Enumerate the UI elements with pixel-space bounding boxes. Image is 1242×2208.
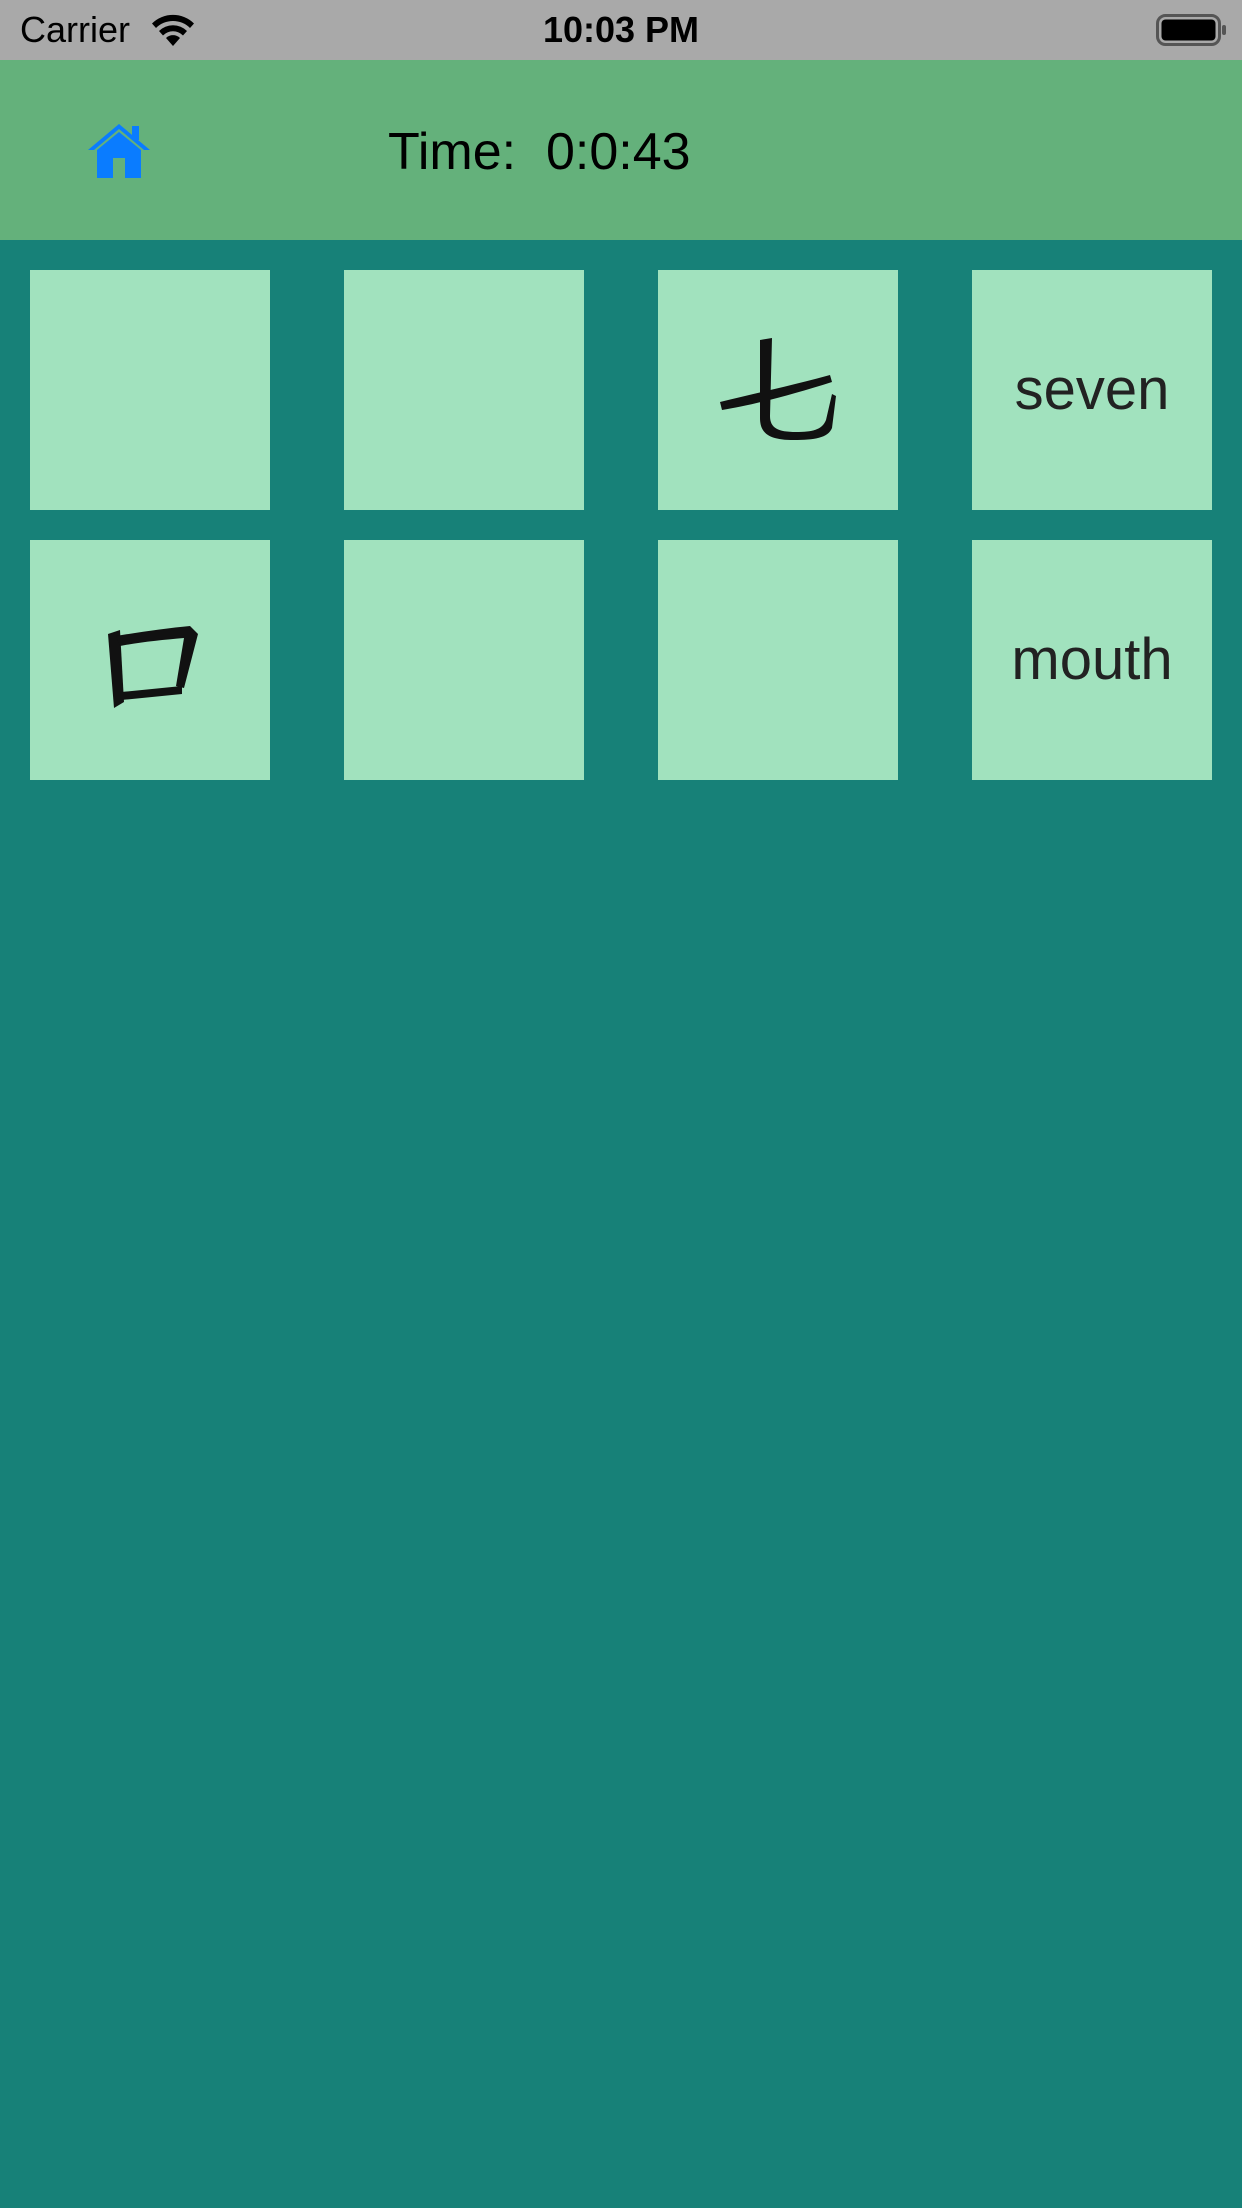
card-face-down[interactable] <box>344 270 584 510</box>
card-character[interactable] <box>30 540 270 780</box>
timer-label: Time: <box>388 123 517 181</box>
card-character[interactable] <box>658 270 898 510</box>
card-word-label: mouth <box>1011 627 1173 692</box>
home-icon <box>88 124 150 178</box>
home-button[interactable] <box>86 120 152 180</box>
game-header: Time: 0:0:43 <box>0 60 1242 240</box>
card-word[interactable]: mouth <box>972 540 1212 780</box>
character-glyph-qi <box>720 338 836 440</box>
battery-full-icon <box>1156 14 1228 46</box>
character-glyph-kou <box>108 626 198 708</box>
card-face-down[interactable] <box>344 540 584 780</box>
card-face-down[interactable] <box>30 270 270 510</box>
card-word[interactable]: seven <box>972 270 1212 510</box>
timer-value: 0:0:43 <box>546 123 691 181</box>
status-bar: Carrier 10:03 PM <box>0 0 1242 60</box>
card-face-down[interactable] <box>658 540 898 780</box>
status-time: 10:03 PM <box>542 9 700 50</box>
card-word-label: seven <box>1014 357 1170 422</box>
